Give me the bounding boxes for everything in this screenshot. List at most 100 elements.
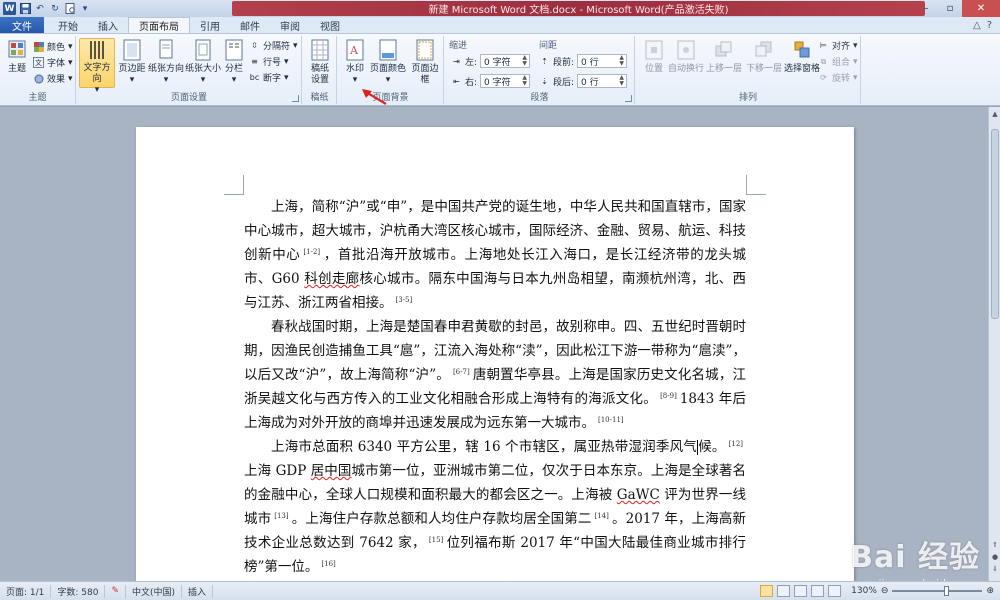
previous-page-icon[interactable]: ⇑ [991,541,999,551]
align-button[interactable]: ⊨ 对齐 ▾ [818,39,858,53]
margins-button[interactable]: 页边距 ▾ [117,38,147,86]
watermark-button[interactable]: A 水印 ▾ [341,38,369,86]
tab-review[interactable]: 审阅 [270,17,310,33]
theme-effects-button[interactable]: 效果 ▾ [33,72,73,85]
indent-left-field[interactable]: 0 字符 ▲ ▼ [480,54,531,68]
minimize-button[interactable]: – [914,0,938,17]
breaks-button[interactable]: ⇳ 分隔符 ▾ [249,39,297,53]
zoom-slider-thumb[interactable] [944,586,950,596]
insert-mode[interactable]: 插入 [182,584,214,598]
theme-colors-button[interactable]: 颜色 ▾ [33,40,73,53]
manuscript-settings-button[interactable]: 稿纸设置 [306,38,334,86]
position-button[interactable]: 位置 [640,38,668,75]
citation-superscript[interactable]: [3-5] [396,296,413,304]
maximize-button[interactable]: ▫ [938,0,962,17]
document-page[interactable]: 上海，简称“沪”或“申”，是中国共产党的诞生地，中华人民共和国直辖市，国家中心城… [136,127,854,581]
minimize-ribbon-icon[interactable]: △ [973,20,981,31]
close-button[interactable]: ✕ [962,0,1000,17]
zoom-in-icon[interactable]: ⊕ [986,586,994,596]
indent-right-field[interactable]: 0 字符 ▲ ▼ [480,74,531,88]
theme-fonts-button[interactable]: 文 字体 ▾ [33,56,73,69]
group-page-setup: 文字方向 ▾ 页边距 ▾ 纸张方向 ▾ 纸张大小 ▾ 分栏 ▾ ⇳ 分隔符 ▾ … [77,36,302,104]
customize-qat-icon[interactable]: ▾ [79,3,91,15]
spelling-flagged-text[interactable]: 居中国 [311,463,352,479]
spelling-flagged-text[interactable]: 科创走廊 [304,271,359,287]
columns-button[interactable]: 分栏 ▾ [222,38,246,86]
zoom-slider[interactable] [892,586,983,596]
page-color-button[interactable]: 页面颜色 ▾ [370,38,406,86]
group-objects-button[interactable]: ⧉ 组合 ▾ [818,55,858,69]
citation-superscript[interactable]: [13] [274,512,288,520]
document-paragraph[interactable]: 上海市总面积 6340 平方公里，辖 16 个市辖区，属亚热带湿润季风气候。 [1… [244,435,746,579]
citation-superscript[interactable]: [16] [321,560,335,568]
themes-icon [6,38,28,62]
citation-superscript[interactable]: [1-2] [303,248,320,256]
word-count[interactable]: 字数: 580 [51,584,106,598]
spacing-before-icon: ⇡ [541,56,548,66]
scrollbar-thumb[interactable] [991,129,999,319]
scroll-up-icon[interactable]: ▲ [991,110,999,120]
spelling-flagged-text[interactable]: GaWC [617,487,660,503]
margin-marker-top-left [224,175,244,195]
effects-icon [33,73,44,84]
word-app-icon[interactable]: W [3,2,16,15]
zoom-out-icon[interactable]: ⊖ [881,586,889,596]
citation-superscript[interactable]: [8-9] [660,392,677,400]
status-bar: 页面: 1/1 字数: 580 ✎ 中文(中国) 插入 130% ⊖ ⊕ [0,581,1000,600]
select-browse-object-icon[interactable]: ● [991,553,999,563]
tab-mailings[interactable]: 邮件 [230,17,270,33]
print-preview-icon[interactable] [64,3,76,15]
text-run: 。上海住户存款总额和人均住户存款均居全国第二 [291,511,592,527]
text-direction-button[interactable]: 文字方向 ▾ [79,38,115,95]
undo-icon[interactable]: ↶ [34,3,46,15]
wrap-text-button[interactable]: 自动换行 [668,38,704,75]
tab-references[interactable]: 引用 [190,17,230,33]
next-page-icon[interactable]: ⇓ [991,565,999,575]
document-body[interactable]: 上海，简称“沪”或“申”，是中国共产党的诞生地，中华人民共和国直辖市，国家中心城… [244,195,746,579]
tab-file[interactable]: 文件 [0,17,44,33]
send-backward-button[interactable]: 下移一层 [744,38,784,75]
document-paragraph[interactable]: 上海，简称“沪”或“申”，是中国共产党的诞生地，中华人民共和国直辖市，国家中心城… [244,195,746,315]
manuscript-icon [309,38,331,62]
tab-page-layout[interactable]: 页面布局 [128,17,190,33]
orientation-button[interactable]: 纸张方向 ▾ [148,38,184,86]
save-icon[interactable] [19,3,31,15]
selection-pane-button[interactable]: 选择窗格 [782,38,822,75]
tab-home[interactable]: 开始 [48,17,88,33]
send-backward-icon [753,38,775,62]
citation-superscript[interactable]: [15] [429,536,443,544]
draft-view-icon[interactable] [828,585,842,597]
help-icon[interactable]: ? [987,20,992,31]
vertical-scrollbar[interactable]: ▲ ⇑ ● ⇓ [988,107,1000,581]
full-screen-reading-view-icon[interactable] [777,585,791,597]
line-numbers-button[interactable]: ≡ 行号 ▾ [249,55,288,69]
spacing-after-icon: ⇣ [541,76,548,86]
tab-view[interactable]: 视图 [310,17,350,33]
outline-view-icon[interactable] [811,585,825,597]
paper-size-icon [192,38,214,62]
document-paragraph[interactable]: 春秋战国时期，上海是楚国春申君黄歇的封邑，故别称申。四、五世纪时晋朝时期，因渔民… [244,315,746,435]
language[interactable]: 中文(中国) [126,584,183,598]
bring-forward-button[interactable]: 上移一层 [704,38,744,75]
zoom-level[interactable]: 130% [851,586,877,596]
spacing-before-row: ⇡ 段前: 0 行 ▲ ▼ [539,54,628,68]
spacing-after-field[interactable]: 0 行 ▲ ▼ [577,74,628,88]
web-layout-view-icon[interactable] [794,585,808,597]
orientation-icon [155,38,177,62]
redo-icon[interactable]: ↻ [49,3,61,15]
rotate-button[interactable]: ⟳ 旋转 ▾ [818,71,857,85]
citation-superscript[interactable]: [10-11] [598,416,624,424]
page-count[interactable]: 页面: 1/1 [0,584,52,598]
citation-superscript[interactable]: [6-7] [453,368,470,376]
size-button[interactable]: 纸张大小 ▾ [185,38,221,86]
print-layout-view-icon[interactable] [760,585,774,597]
citation-superscript[interactable]: [14] [594,512,608,520]
hyphenation-button[interactable]: bc 断字 ▾ [249,71,289,85]
margins-icon [121,38,143,62]
themes-button[interactable]: 主题 [3,38,31,75]
tab-insert[interactable]: 插入 [88,17,128,33]
spacing-before-field[interactable]: 0 行 ▲ ▼ [577,54,628,68]
page-borders-button[interactable]: 页面边框 [408,38,442,86]
proofing-status[interactable]: ✎ [105,584,127,598]
citation-superscript[interactable]: [12] [729,440,743,448]
